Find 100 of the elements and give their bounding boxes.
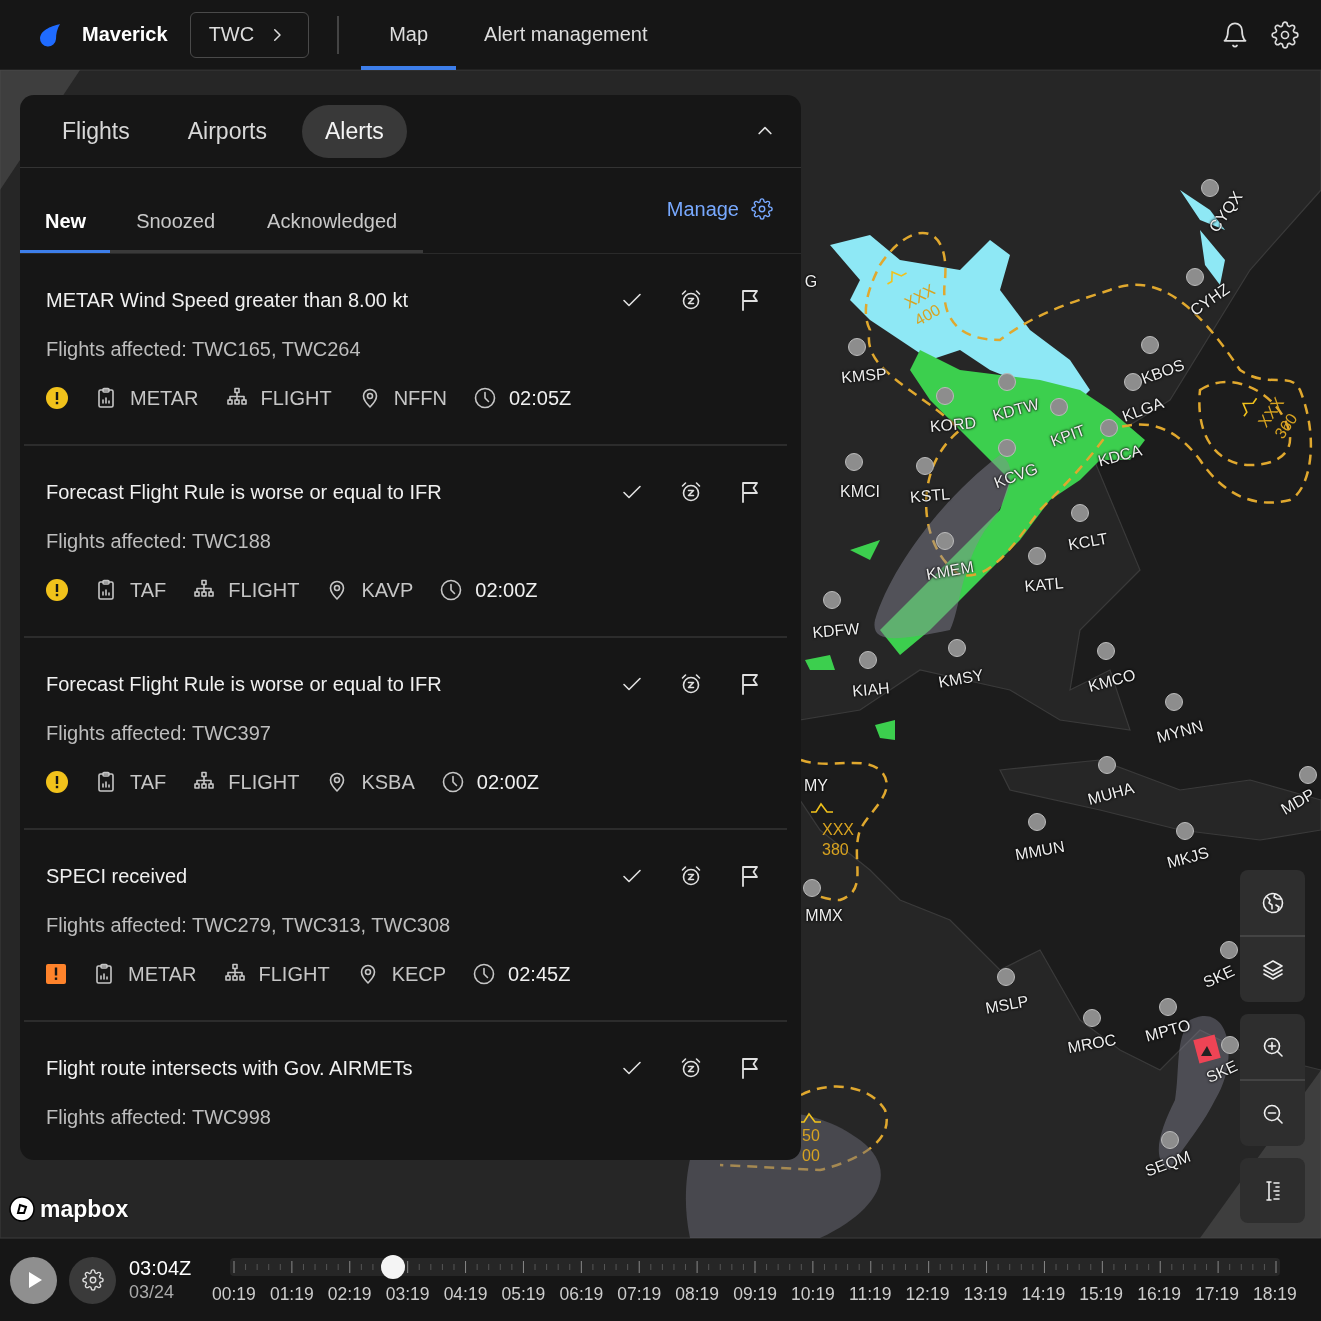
globe-icon <box>1260 890 1285 915</box>
bell-icon <box>1221 20 1249 49</box>
alarm-clock-icon <box>679 1056 703 1080</box>
time-tick-label: 00:19 <box>212 1283 256 1305</box>
time-tick-label: 18:19 <box>1253 1283 1297 1305</box>
airport-label: MMUN <box>1013 837 1067 865</box>
airport-label: KCVG <box>991 459 1041 493</box>
notifications-button[interactable] <box>1221 20 1249 49</box>
alert-time: 02:05Z <box>508 386 572 410</box>
current-time: 03:04Z <box>129 1257 193 1280</box>
alert-category: FLIGHT <box>228 770 300 794</box>
alert-source: METAR <box>130 386 199 410</box>
time-tick-label: 15:19 <box>1079 1283 1124 1305</box>
snooze-button[interactable] <box>679 864 703 888</box>
airport-label: MYNN <box>1154 717 1206 747</box>
play-button[interactable] <box>10 1256 57 1304</box>
map-attribution[interactable]: mapbox <box>40 1195 129 1223</box>
alert-title: Flight route intersects with Gov. AIRMETs <box>46 1056 414 1080</box>
alarm-clock-icon <box>679 288 703 312</box>
alert-title: Forecast Flight Rule is worse or equal to IFR <box>46 672 443 696</box>
warning-severity-icon <box>46 579 68 601</box>
time-tick-label: 13:19 <box>963 1283 1008 1305</box>
sigmet-label: 50 <box>802 1126 820 1146</box>
time-tick-label: 16:19 <box>1137 1283 1181 1305</box>
time-tick-label: 09:19 <box>733 1283 777 1305</box>
airport-label: KMCO <box>1086 666 1138 696</box>
airport-label: MMX <box>805 907 843 925</box>
snooze-button[interactable] <box>679 672 703 696</box>
airport-label: KCLT <box>1066 529 1110 555</box>
app-name: Maverick <box>82 23 168 46</box>
airport-label: SKE <box>1203 1057 1241 1087</box>
alert-airport: KECP <box>391 962 447 986</box>
time-tick-label: 04:19 <box>443 1283 488 1305</box>
airport-label: KORD <box>929 414 977 436</box>
settings-button[interactable] <box>1271 20 1299 49</box>
playback-settings-button[interactable] <box>69 1256 116 1304</box>
time-tick-label: 14:19 <box>1021 1283 1066 1305</box>
time-tick-label: 02:19 <box>327 1283 372 1305</box>
airport-label: KBOS <box>1139 355 1187 389</box>
settings-icon <box>81 1269 104 1291</box>
settings-icon <box>751 198 773 220</box>
snooze-button[interactable] <box>679 1056 703 1080</box>
alert-title: SPECI received <box>46 864 189 888</box>
airport-label: KIAH <box>851 679 891 701</box>
panel-tab[interactable]: Alerts <box>302 104 407 158</box>
alert-category: FLIGHT <box>258 962 330 986</box>
airport-label: MSLP <box>984 992 1030 1018</box>
alert-status-tab[interactable]: Snoozed <box>110 168 242 253</box>
airport-label: MUHA <box>1085 779 1137 809</box>
flights-affected: Flights affected: TWC279, TWC313, TWC308 <box>46 912 452 938</box>
alert-airport: KAVP <box>361 578 414 602</box>
flights-affected: Flights affected: TWC165, TWC264 <box>46 336 362 362</box>
alert-title: METAR Wind Speed greater than 8.00 kt <box>46 288 410 312</box>
airport-label: SEQM <box>1142 1147 1194 1181</box>
panel-tab[interactable]: Flights <box>39 104 153 158</box>
airport-label: KDCA <box>1096 441 1144 471</box>
clock-icon <box>440 770 465 794</box>
time-tick-label: 06:19 <box>559 1283 604 1305</box>
alarm-clock-icon <box>679 672 703 696</box>
airport-label: MROC <box>1066 1030 1118 1058</box>
turbulence-icon <box>798 1112 822 1124</box>
alert-title: Forecast Flight Rule is worse or equal to IFR <box>46 480 443 504</box>
flights-affected: Flights affected: TWC397 <box>46 720 272 746</box>
nav-tab[interactable]: Alert management <box>456 0 676 70</box>
time-tick-label: 17:19 <box>1195 1283 1239 1305</box>
alert-time: 02:45Z <box>508 962 571 986</box>
alert-category: FLIGHT <box>260 386 332 410</box>
airport-label: MY <box>804 777 828 795</box>
time-tick-label: 11:19 <box>848 1283 892 1305</box>
flights-affected: Flights affected: TWC188 <box>46 528 272 554</box>
airport-label: KDFW <box>811 620 861 642</box>
timeline-handle[interactable] <box>380 1254 405 1279</box>
timeline-track[interactable] <box>230 1257 1280 1276</box>
turbulence-icon <box>810 802 834 814</box>
alert-airport: KSBA <box>361 770 415 794</box>
alert-time: 02:00Z <box>475 578 538 602</box>
airport-label: MPTO <box>1143 1016 1193 1046</box>
airport-label: KDTW <box>990 395 1042 425</box>
droplet-logo-icon <box>38 22 62 47</box>
snooze-button[interactable] <box>679 288 703 312</box>
time-tick-label: 08:19 <box>675 1283 720 1305</box>
snooze-button[interactable] <box>679 480 703 504</box>
warning-severity-icon <box>46 771 68 793</box>
alert-airport: NFFN <box>393 386 447 410</box>
alert-status-tab[interactable]: Acknowledged <box>241 168 424 253</box>
layers-icon <box>1260 957 1285 982</box>
panel-tab[interactable]: Airports <box>164 104 290 158</box>
clock-icon <box>439 578 464 602</box>
alert-status-tab[interactable]: New <box>20 168 111 253</box>
organization-button[interactable]: TWC <box>189 11 310 58</box>
manage-link[interactable]: Manage <box>666 198 773 253</box>
flights-affected: Flights affected: TWC998 <box>46 1104 272 1130</box>
sigmet-label: 380 <box>822 840 850 860</box>
airport-label: KPIT <box>1048 421 1088 451</box>
alert-source: TAF <box>130 578 167 602</box>
airport-label: KSTL <box>909 485 951 507</box>
clock-icon <box>472 386 497 410</box>
airport-label: MDP <box>1278 785 1318 819</box>
time-tick-label: 07:19 <box>617 1283 662 1305</box>
alarm-clock-icon <box>679 864 703 888</box>
